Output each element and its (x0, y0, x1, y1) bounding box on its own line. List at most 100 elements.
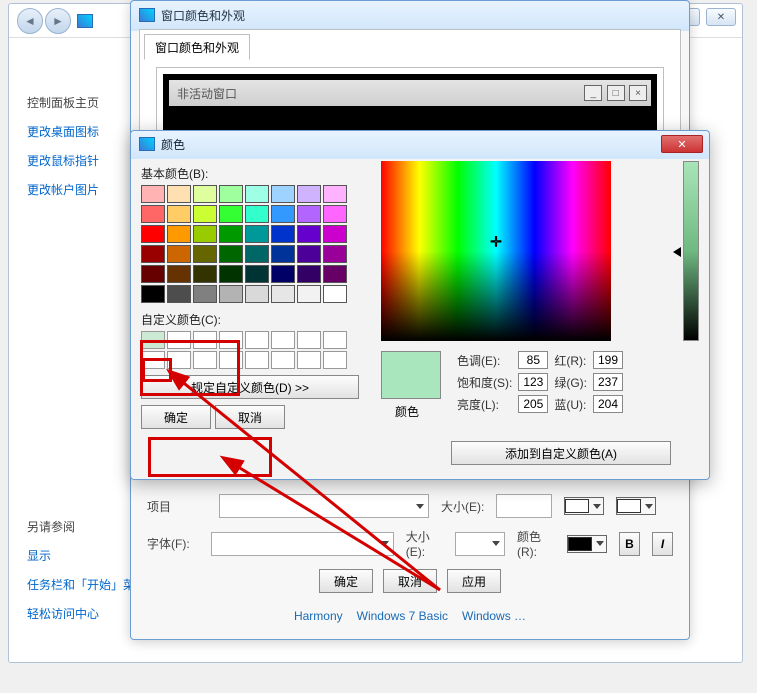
basic-color-swatch[interactable] (219, 285, 243, 303)
luminance-slider[interactable] (683, 161, 699, 341)
basic-color-swatch[interactable] (141, 265, 165, 283)
custom-color-cell[interactable] (271, 351, 295, 369)
custom-color-cell[interactable] (297, 351, 321, 369)
lum-input[interactable] (518, 395, 548, 413)
basic-color-swatch[interactable] (271, 205, 295, 223)
custom-color-cell[interactable] (245, 331, 269, 349)
custom-color-cell[interactable] (297, 331, 321, 349)
item-dropdown[interactable] (219, 494, 429, 518)
fontcolor-picker[interactable] (567, 535, 607, 553)
basic-color-swatch[interactable] (297, 265, 321, 283)
win1-ok-button[interactable]: 确定 (319, 569, 373, 593)
blue-input[interactable] (593, 395, 623, 413)
basic-color-swatch[interactable] (323, 225, 347, 243)
theme-link[interactable]: Windows … (462, 609, 526, 623)
theme-link[interactable]: Windows 7 Basic (357, 609, 448, 623)
basic-color-swatch[interactable] (219, 185, 243, 203)
basic-color-swatch[interactable] (297, 245, 321, 263)
sidebar-link[interactable]: 更改桌面图标 (27, 123, 147, 140)
fontsize-dropdown[interactable] (455, 532, 505, 556)
custom-color-cell[interactable] (219, 331, 243, 349)
basic-color-swatch[interactable] (271, 185, 295, 203)
custom-color-cell[interactable] (193, 331, 217, 349)
basic-color-swatch[interactable] (167, 205, 191, 223)
win2-titlebar[interactable]: 颜色 ✕ (131, 131, 709, 157)
win1-cancel-button[interactable]: 取消 (383, 569, 437, 593)
custom-color-cell[interactable] (323, 331, 347, 349)
basic-color-swatch[interactable] (219, 205, 243, 223)
nav-back-button[interactable]: ◄ (17, 8, 43, 34)
custom-color-cell[interactable] (167, 331, 191, 349)
add-custom-button[interactable]: 添加到自定义颜色(A) (451, 441, 671, 465)
define-custom-button[interactable]: 规定自定义颜色(D) >> (141, 375, 359, 399)
explorer-close-button[interactable]: ✕ (706, 8, 736, 26)
basic-color-swatch[interactable] (297, 225, 321, 243)
basic-color-swatch[interactable] (245, 285, 269, 303)
custom-color-cell[interactable] (271, 331, 295, 349)
basic-color-swatch[interactable] (245, 205, 269, 223)
win2-cancel-button[interactable]: 取消 (215, 405, 285, 429)
basic-color-swatch[interactable] (271, 225, 295, 243)
basic-color-swatch[interactable] (323, 265, 347, 283)
custom-color-cell[interactable] (141, 331, 165, 349)
theme-link[interactable]: Harmony (294, 609, 343, 623)
basic-color-swatch[interactable] (193, 225, 217, 243)
basic-color-swatch[interactable] (297, 205, 321, 223)
basic-color-swatch[interactable] (141, 285, 165, 303)
basic-color-swatch[interactable] (167, 225, 191, 243)
win2-ok-button[interactable]: 确定 (141, 405, 211, 429)
basic-color-swatch[interactable] (167, 185, 191, 203)
sidebar-link[interactable]: 轻松访问中心 (27, 605, 147, 622)
sidebar-home[interactable]: 控制面板主页 (27, 94, 147, 111)
sidebar-link[interactable]: 显示 (27, 547, 147, 564)
basic-color-swatch[interactable] (193, 285, 217, 303)
nav-fwd-button[interactable]: ► (45, 8, 71, 34)
basic-color-swatch[interactable] (167, 245, 191, 263)
custom-color-cell[interactable] (141, 351, 165, 369)
basic-color-swatch[interactable] (167, 265, 191, 283)
basic-color-swatch[interactable] (193, 205, 217, 223)
basic-color-swatch[interactable] (141, 205, 165, 223)
basic-color-swatch[interactable] (271, 265, 295, 283)
basic-color-swatch[interactable] (219, 265, 243, 283)
basic-color-swatch[interactable] (245, 245, 269, 263)
basic-color-swatch[interactable] (167, 285, 191, 303)
sidebar-link[interactable]: 更改鼠标指针 (27, 152, 147, 169)
basic-color-swatch[interactable] (141, 185, 165, 203)
basic-color-swatch[interactable] (271, 285, 295, 303)
sidebar-link[interactable]: 任务栏和「开始」菜单 (27, 576, 147, 593)
basic-color-swatch[interactable] (193, 185, 217, 203)
basic-color-swatch[interactable] (219, 245, 243, 263)
hue-input[interactable] (518, 351, 548, 369)
basic-color-swatch[interactable] (193, 265, 217, 283)
sidebar-link[interactable]: 更改帐户图片 (27, 181, 147, 198)
basic-color-swatch[interactable] (141, 245, 165, 263)
basic-color-swatch[interactable] (323, 205, 347, 223)
basic-color-swatch[interactable] (245, 225, 269, 243)
green-input[interactable] (593, 373, 623, 391)
bold-button[interactable]: B (619, 532, 640, 556)
size-spinner[interactable] (496, 494, 552, 518)
win2-close-button[interactable]: ✕ (661, 135, 703, 153)
custom-color-cell[interactable] (219, 351, 243, 369)
italic-button[interactable]: I (652, 532, 673, 556)
basic-color-swatch[interactable] (245, 265, 269, 283)
color2-picker[interactable] (616, 497, 656, 515)
basic-color-swatch[interactable] (271, 245, 295, 263)
basic-color-swatch[interactable] (323, 185, 347, 203)
win1-titlebar[interactable]: 窗口颜色和外观 (131, 1, 689, 29)
custom-color-cell[interactable] (245, 351, 269, 369)
win1-apply-button[interactable]: 应用 (447, 569, 501, 593)
color1-picker[interactable] (564, 497, 604, 515)
sat-input[interactable] (518, 373, 548, 391)
basic-color-swatch[interactable] (219, 225, 243, 243)
win1-tab[interactable]: 窗口颜色和外观 (144, 34, 250, 60)
custom-color-cell[interactable] (167, 351, 191, 369)
hue-sat-canvas[interactable]: ✛ (381, 161, 611, 341)
basic-color-swatch[interactable] (193, 245, 217, 263)
red-input[interactable] (593, 351, 623, 369)
basic-color-swatch[interactable] (141, 225, 165, 243)
basic-color-swatch[interactable] (323, 245, 347, 263)
custom-color-cell[interactable] (193, 351, 217, 369)
font-dropdown[interactable] (211, 532, 394, 556)
